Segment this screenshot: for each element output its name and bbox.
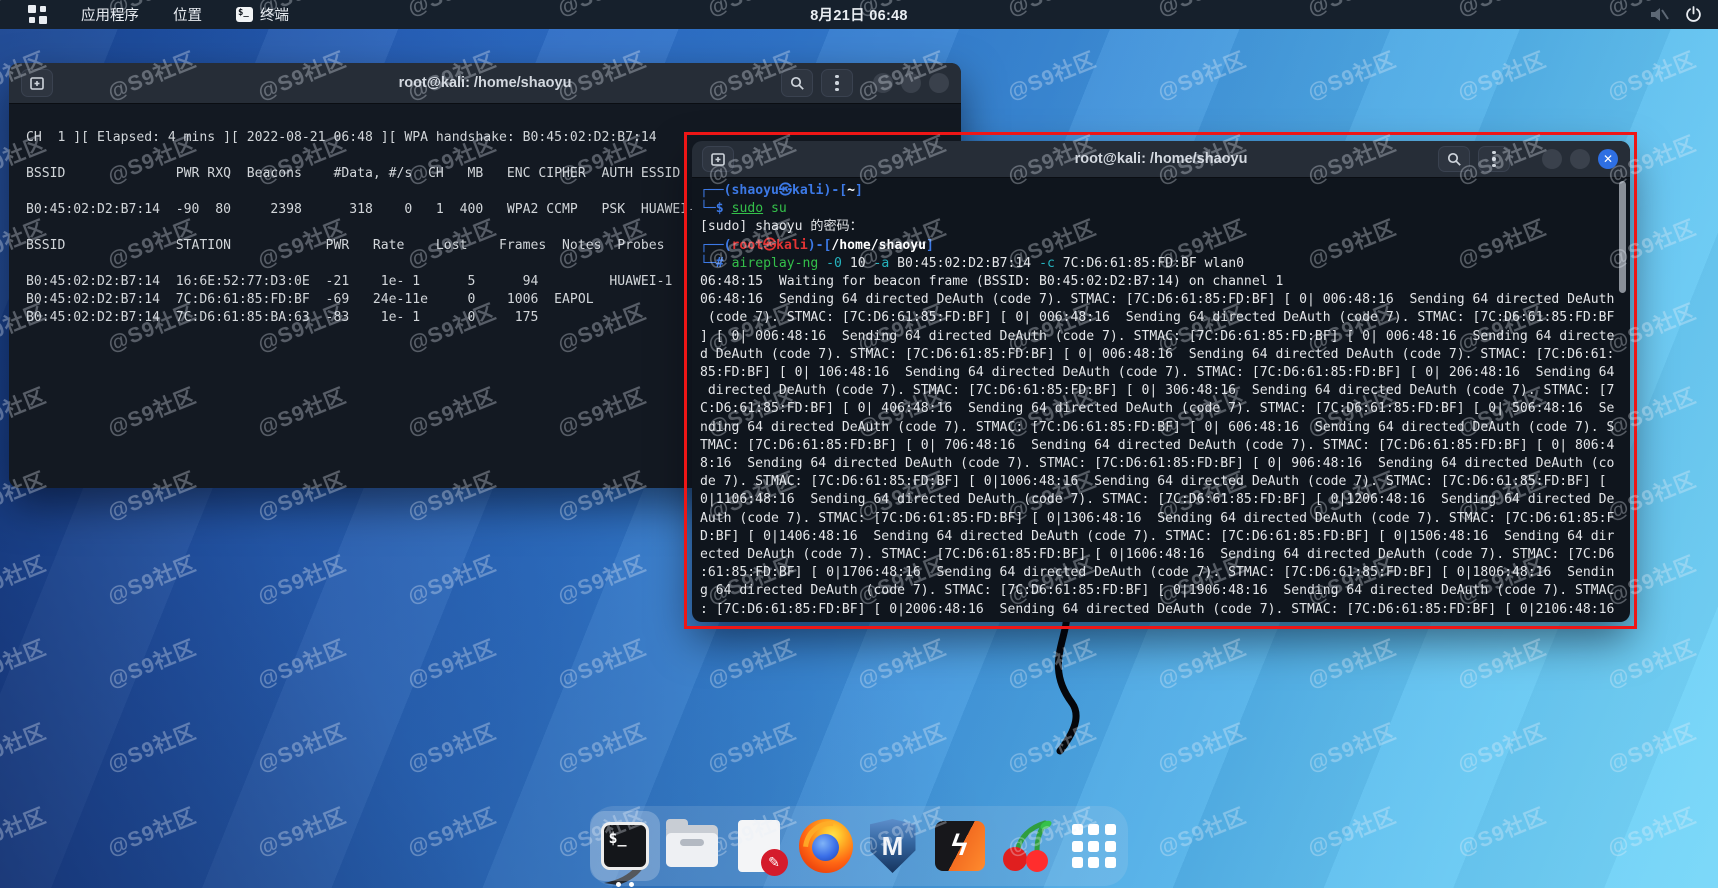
kebab-menu-icon [835,74,839,92]
scrollbar[interactable] [1618,181,1627,613]
minimize-button[interactable] [1542,149,1562,169]
terminal-line: 0|1106:48:16 Sending 64 directed DeAuth … [700,492,1615,508]
aireplay-output: ┌──(shaoyu㉿kali)-[~] └─$ sudo su [sudo] sh… [692,178,1630,622]
terminal-line: ┌──(shaoyu㉿kali)-[~] [700,183,863,198]
menu-applications[interactable]: 应用程序 [67,0,153,29]
running-indicator-dots [615,882,634,887]
clock[interactable]: 8月21日 06:48 [810,4,908,25]
terminal-line: ┌──(root㉿kali)-[/home/shaoyu] [700,237,934,253]
menu-button[interactable] [821,69,853,97]
terminal-line: :61:85:FD:BF] [ 0|1706:48:16 Sending 64 … [700,565,1615,581]
terminal-line: TMAC: [7C:D6:61:85:FD:BF] [ 0| 706:48:16… [700,437,1615,453]
window-title: root@kali: /home/shaoyu [1074,151,1248,167]
terminal-line: [sudo] shaoyu 的密码： [700,219,863,235]
search-button[interactable] [781,69,813,97]
dock-metasploit[interactable]: M [865,818,921,874]
window-title: root@kali: /home/shaoyu [398,75,572,91]
file-manager-icon [665,819,718,867]
dock-cherrytree[interactable] [999,818,1055,874]
dock-file-manager[interactable] [664,818,720,874]
dock: $_ ✎ M ϟ [589,806,1128,888]
search-button[interactable] [1438,146,1470,172]
burpsuite-icon: ϟ [934,821,985,871]
search-icon [1447,152,1461,166]
terminal-line: directed DeAuth (code 7). STMAC: [7C:D6:… [700,383,1615,399]
new-tab-button[interactable] [21,69,53,97]
terminal-line: g 64 directed DeAuth (code 7). STMAC: [7… [700,583,1615,599]
dock-firefox[interactable] [791,809,870,888]
dock-burpsuite[interactable]: ϟ [932,818,988,874]
terminal-line: ected DeAuth (code 7). STMAC: [7C:D6:61:… [700,547,1615,563]
maximize-button[interactable] [1570,149,1590,169]
metasploit-icon: M [869,819,916,873]
new-tab-icon [711,153,725,166]
terminal-line: 85:FD:BF] [ 0| 106:48:16 Sending 64 dire… [700,365,1615,381]
terminal-line: 8:16 Sending 64 directed DeAuth (code 7)… [700,456,1615,472]
speaker-muted-icon[interactable] [1650,6,1669,23]
power-icon[interactable] [1685,6,1702,23]
terminal-line: └─# aireplay-ng -0 10 -a B0:45:02:D2:B7:… [700,255,1245,271]
applications-grid-icon[interactable] [14,0,61,29]
kebab-menu-icon [1492,150,1496,168]
terminal-badge-icon: $_ [236,7,253,22]
top-bar: 应用程序 位置 $_ 终端 8月21日 06:48 [0,0,1718,29]
app-indicator-label: 终端 [260,8,289,24]
terminal-line: 06:48:15 Waiting for beacon frame (BSSID… [700,274,1284,290]
terminal-line: 06:48:16 Sending 64 directed DeAuth (cod… [700,292,1615,308]
search-icon [790,76,804,90]
menu-button[interactable] [1478,146,1510,172]
close-button[interactable]: ✕ [1598,149,1618,169]
dock-terminal[interactable]: $_ [589,811,660,887]
close-button[interactable] [929,73,949,93]
terminal-line: D:BF] [ 0|1406:48:16 Sending 64 directed… [700,528,1615,544]
new-tab-button[interactable] [702,146,734,172]
maximize-button[interactable] [901,73,921,93]
terminal-line: ] [ 0| 006:48:16 Sending 64 directed DeA… [700,328,1615,344]
text-editor-icon: ✎ [737,820,788,876]
app-indicator-terminal[interactable]: $_ 终端 [222,0,303,29]
firefox-icon [791,809,870,888]
terminal-line: : [7C:D6:61:85:FD:BF] [ 0|2006:48:16 Sen… [700,601,1615,617]
terminal-line: d DeAuth (code 7). STMAC: [7C:D6:61:85:F… [700,346,1615,362]
terminal-line: (code 7). STMAC: [7C:D6:61:85:FD:BF] [ 0… [700,310,1615,326]
terminal-line: nding 64 directed DeAuth (code 7). STMAC… [700,419,1615,435]
menu-places[interactable]: 位置 [159,0,216,29]
airodump-titlebar[interactable]: root@kali: /home/shaoyu [9,63,961,104]
terminal-line: Auth (code 7). STMAC: [7C:D6:61:85:FD:BF… [700,510,1615,526]
menu-places-label: 位置 [173,8,202,24]
terminal-line: └─$ sudo su [700,201,787,217]
dock-app-grid[interactable] [1066,818,1122,874]
terminal-icon: $_ [600,822,649,870]
terminal-line: de 7). STMAC: [7C:D6:61:85:FD:BF] [ 0|10… [700,474,1615,490]
cherrytree-icon [1002,820,1051,872]
dock-text-editor[interactable]: ✎ [731,818,788,876]
pencil-badge-icon: ✎ [760,849,788,876]
grid-menu-icon [28,5,47,24]
minimize-button[interactable] [873,73,893,93]
window-aireplay[interactable]: root@kali: /home/shaoyu ✕ ┌──(shaoyu㉿kal… [692,141,1630,622]
new-tab-icon [30,77,44,90]
terminal-line: C:D6:61:85:FD:BF] [ 0| 406:48:16 Sending… [700,401,1615,417]
menu-applications-label: 应用程序 [81,8,139,24]
app-grid-icon [1071,824,1116,868]
scrollbar-handle[interactable] [1619,181,1626,293]
aireplay-titlebar[interactable]: root@kali: /home/shaoyu ✕ [692,141,1630,178]
